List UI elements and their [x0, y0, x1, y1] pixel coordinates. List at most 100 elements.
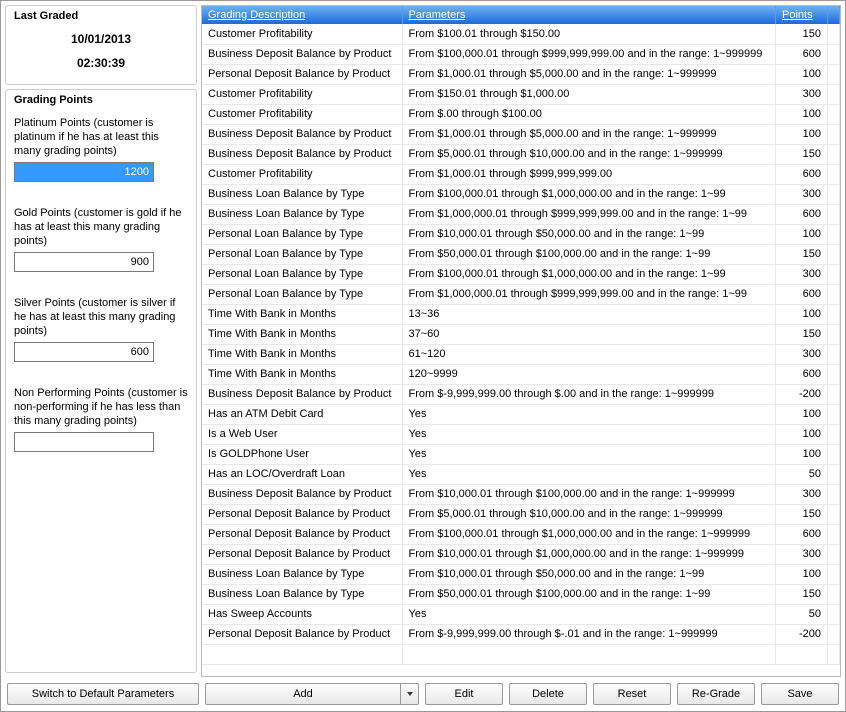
- gold-input[interactable]: [14, 252, 154, 272]
- cell-points: 600: [776, 524, 828, 544]
- reset-button[interactable]: Reset: [593, 683, 671, 705]
- table-row[interactable]: Business Loan Balance by TypeFrom $1,000…: [202, 204, 840, 224]
- cell-parameters: Yes: [402, 424, 776, 444]
- table-row[interactable]: Business Deposit Balance by ProductFrom …: [202, 144, 840, 164]
- table-row[interactable]: Personal Deposit Balance by ProductFrom …: [202, 64, 840, 84]
- cell-grading-description: Personal Deposit Balance by Product: [202, 524, 402, 544]
- save-button[interactable]: Save: [761, 683, 839, 705]
- cell-parameters: From $100,000.01 through $1,000,000.00 a…: [402, 184, 776, 204]
- cell-extra: [828, 384, 840, 404]
- cell-extra: [828, 244, 840, 264]
- cell-parameters: From $50,000.01 through $100,000.00 and …: [402, 584, 776, 604]
- cell-grading-description: Business Deposit Balance by Product: [202, 484, 402, 504]
- cell-grading-description: Business Deposit Balance by Product: [202, 44, 402, 64]
- table-row[interactable]: Business Loan Balance by TypeFrom $50,00…: [202, 584, 840, 604]
- grading-points-title: Grading Points: [14, 94, 188, 106]
- table-row[interactable]: Time With Bank in Months120~9999600: [202, 364, 840, 384]
- cell-grading-description: Business Loan Balance by Type: [202, 564, 402, 584]
- cell-points: 100: [776, 404, 828, 424]
- table-row[interactable]: Has an LOC/Overdraft LoanYes50: [202, 464, 840, 484]
- last-graded-time: 02:30:39: [14, 56, 188, 70]
- cell-points: 100: [776, 424, 828, 444]
- cell-parameters: Yes: [402, 604, 776, 624]
- header-extra[interactable]: [828, 6, 840, 24]
- switch-default-button[interactable]: Switch to Default Parameters: [7, 683, 199, 705]
- cell-points: 300: [776, 344, 828, 364]
- cell-extra: [828, 284, 840, 304]
- header-grading-description[interactable]: Grading Description: [202, 6, 402, 24]
- cell-grading-description: Business Loan Balance by Type: [202, 584, 402, 604]
- table-row[interactable]: Has Sweep AccountsYes50: [202, 604, 840, 624]
- cell-points: 600: [776, 364, 828, 384]
- table-row[interactable]: Has an ATM Debit CardYes100: [202, 404, 840, 424]
- table-row[interactable]: Personal Loan Balance by TypeFrom $10,00…: [202, 224, 840, 244]
- button-bar: Switch to Default Parameters Add Edit De…: [5, 677, 841, 711]
- add-dropdown-button[interactable]: [401, 683, 419, 705]
- table-row[interactable]: Time With Bank in Months61~120300: [202, 344, 840, 364]
- table-row[interactable]: Customer ProfitabilityFrom $100.01 throu…: [202, 24, 840, 44]
- cell-grading-description: Time With Bank in Months: [202, 304, 402, 324]
- table-row[interactable]: Customer ProfitabilityFrom $1,000.01 thr…: [202, 164, 840, 184]
- cell-points: 150: [776, 584, 828, 604]
- add-button[interactable]: Add: [205, 683, 401, 705]
- table-row[interactable]: Customer ProfitabilityFrom $150.01 throu…: [202, 84, 840, 104]
- gold-group: Gold Points (customer is gold if he has …: [14, 206, 188, 272]
- cell-extra: [828, 524, 840, 544]
- cell-parameters: From $100,000.01 through $1,000,000.00 a…: [402, 524, 776, 544]
- cell-extra: [828, 44, 840, 64]
- cell-grading-description: Customer Profitability: [202, 84, 402, 104]
- platinum-group: Platinum Points (customer is platinum if…: [14, 116, 188, 182]
- table-row[interactable]: Personal Loan Balance by TypeFrom $1,000…: [202, 284, 840, 304]
- cell-parameters: From $1,000.01 through $999,999,999.00: [402, 164, 776, 184]
- table-row[interactable]: Time With Bank in Months13~36100: [202, 304, 840, 324]
- cell-parameters: Yes: [402, 464, 776, 484]
- silver-group: Silver Points (customer is silver if he …: [14, 296, 188, 362]
- silver-input[interactable]: [14, 342, 154, 362]
- table-row[interactable]: Personal Loan Balance by TypeFrom $100,0…: [202, 264, 840, 284]
- delete-button[interactable]: Delete: [509, 683, 587, 705]
- cell-parameters: From $100,000.01 through $999,999,999.00…: [402, 44, 776, 64]
- cell-points: 100: [776, 64, 828, 84]
- cell-extra: [828, 304, 840, 324]
- left-panel: Last Graded 10/01/2013 02:30:39 Grading …: [5, 5, 197, 677]
- table-row[interactable]: Business Loan Balance by TypeFrom $100,0…: [202, 184, 840, 204]
- table-row[interactable]: Is a Web UserYes100: [202, 424, 840, 444]
- cell-points: 100: [776, 444, 828, 464]
- cell-grading-description: Is GOLDPhone User: [202, 444, 402, 464]
- table-row[interactable]: Business Deposit Balance by ProductFrom …: [202, 124, 840, 144]
- table-row[interactable]: Personal Deposit Balance by ProductFrom …: [202, 524, 840, 544]
- table-row[interactable]: Personal Deposit Balance by ProductFrom …: [202, 544, 840, 564]
- cell-parameters: From $1,000,000.01 through $999,999,999.…: [402, 204, 776, 224]
- table-row[interactable]: Business Deposit Balance by ProductFrom …: [202, 44, 840, 64]
- cell-points: 600: [776, 44, 828, 64]
- cell-extra: [828, 344, 840, 364]
- header-points[interactable]: Points: [776, 6, 828, 24]
- cell-parameters: From $100,000.01 through $1,000,000.00 a…: [402, 264, 776, 284]
- edit-button[interactable]: Edit: [425, 683, 503, 705]
- cell-grading-description: Personal Loan Balance by Type: [202, 264, 402, 284]
- table-row[interactable]: Business Loan Balance by TypeFrom $10,00…: [202, 564, 840, 584]
- table-row[interactable]: Is GOLDPhone UserYes100: [202, 444, 840, 464]
- cell-extra: [828, 124, 840, 144]
- table-row[interactable]: Personal Deposit Balance by ProductFrom …: [202, 504, 840, 524]
- regrade-button[interactable]: Re-Grade: [677, 683, 755, 705]
- gold-label: Gold Points (customer is gold if he has …: [14, 206, 188, 248]
- last-graded-date: 10/01/2013: [14, 32, 188, 46]
- header-parameters[interactable]: Parameters: [402, 6, 776, 24]
- cell-parameters: From $10,000.01 through $100,000.00 and …: [402, 484, 776, 504]
- grading-table-panel: Grading Description Parameters Points Cu…: [201, 5, 841, 677]
- cell-points: 600: [776, 204, 828, 224]
- platinum-input[interactable]: [14, 162, 154, 182]
- cell-extra: [828, 424, 840, 444]
- table-row[interactable]: Business Deposit Balance by ProductFrom …: [202, 484, 840, 504]
- table-row[interactable]: Time With Bank in Months37~60150: [202, 324, 840, 344]
- table-row[interactable]: Personal Deposit Balance by ProductFrom …: [202, 624, 840, 644]
- cell-extra: [828, 224, 840, 244]
- nonperforming-input[interactable]: [14, 432, 154, 452]
- cell-grading-description: Has Sweep Accounts: [202, 604, 402, 624]
- table-scroll[interactable]: Grading Description Parameters Points Cu…: [202, 6, 840, 676]
- table-row[interactable]: Personal Loan Balance by TypeFrom $50,00…: [202, 244, 840, 264]
- table-row[interactable]: Business Deposit Balance by ProductFrom …: [202, 384, 840, 404]
- cell-points: 300: [776, 184, 828, 204]
- table-row[interactable]: Customer ProfitabilityFrom $.00 through …: [202, 104, 840, 124]
